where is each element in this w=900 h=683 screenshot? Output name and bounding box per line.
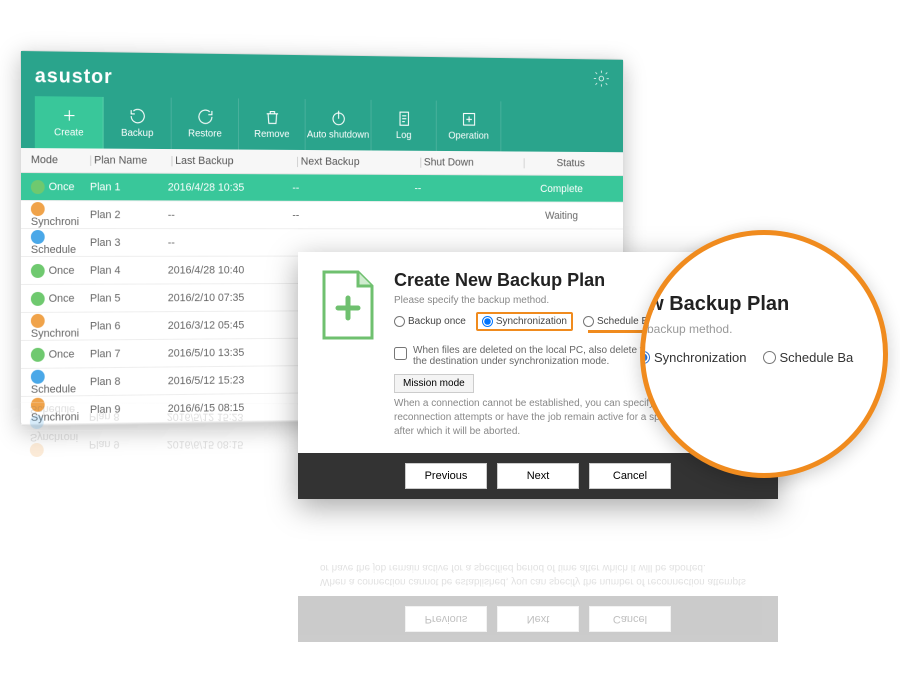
operation-button[interactable]: Operation: [437, 101, 502, 152]
col-next-backup[interactable]: Next Backup: [301, 156, 418, 168]
remove-button[interactable]: Remove: [239, 98, 306, 150]
log-label: Log: [396, 130, 412, 141]
restore-label: Restore: [188, 128, 222, 139]
table-row[interactable]: OncePlan 12016/4/28 10:35----Complete: [21, 173, 623, 203]
table-row[interactable]: SynchroniPlan 2----Waiting: [21, 201, 623, 229]
previous-button[interactable]: Previous: [405, 463, 487, 489]
magnifier-lens: ew Backup Plan e backup method. Synchron…: [640, 230, 888, 478]
create-label: Create: [54, 127, 83, 138]
remove-label: Remove: [254, 129, 289, 140]
col-plan-name[interactable]: Plan Name: [94, 154, 168, 166]
col-shut-down[interactable]: Shut Down: [424, 157, 521, 169]
mode-icon: [31, 397, 45, 411]
document-plus-icon: [320, 270, 376, 340]
highlight-connector: [588, 330, 644, 333]
mode-icon: [31, 263, 45, 277]
restore-button[interactable]: Restore: [172, 98, 239, 150]
cancel-button[interactable]: Cancel: [589, 463, 671, 489]
toolbar: Create Backup Restore Remove Auto shutdo…: [35, 96, 611, 152]
settings-gear-icon[interactable]: [592, 69, 610, 88]
col-last-backup[interactable]: Last Backup: [175, 155, 294, 168]
col-mode[interactable]: Mode: [31, 154, 88, 166]
next-button[interactable]: Next: [497, 463, 579, 489]
column-headers: Mode| Plan Name| Last Backup| Next Backu…: [21, 148, 623, 176]
mode-icon: [31, 202, 45, 216]
auto-shutdown-label: Auto shutdown: [307, 129, 369, 140]
radio-backup-once[interactable]: Backup once: [394, 316, 466, 327]
mode-icon: [31, 180, 45, 194]
log-button[interactable]: Log: [372, 100, 437, 151]
mode-icon: [31, 291, 45, 305]
backup-label: Backup: [121, 128, 153, 139]
create-button[interactable]: Create: [35, 96, 104, 148]
delete-sync-checkbox[interactable]: [394, 347, 407, 360]
mode-icon: [31, 230, 45, 244]
radio-synchronization[interactable]: Synchronization: [476, 312, 573, 331]
mode-icon: [31, 313, 45, 327]
mode-icon: [31, 347, 45, 361]
operation-label: Operation: [448, 131, 489, 142]
col-status[interactable]: Status: [527, 157, 614, 169]
mag-radio-sched[interactable]: Schedule Ba: [763, 350, 854, 365]
mag-radio-sync[interactable]: Synchronization: [640, 350, 747, 365]
auto-shutdown-button[interactable]: Auto shutdown: [306, 99, 372, 150]
mag-title-fragment: ew Backup Plan: [640, 293, 888, 316]
backup-button[interactable]: Backup: [104, 97, 172, 149]
mission-mode-button[interactable]: Mission mode: [394, 374, 474, 393]
mode-icon: [31, 369, 45, 383]
dialog-reflection: Previous Next Cancel When a connection c…: [298, 552, 778, 642]
window-header: asustor Create Backup Restore Remove Aut…: [21, 51, 623, 152]
mag-subtitle-fragment: e backup method.: [640, 322, 888, 336]
